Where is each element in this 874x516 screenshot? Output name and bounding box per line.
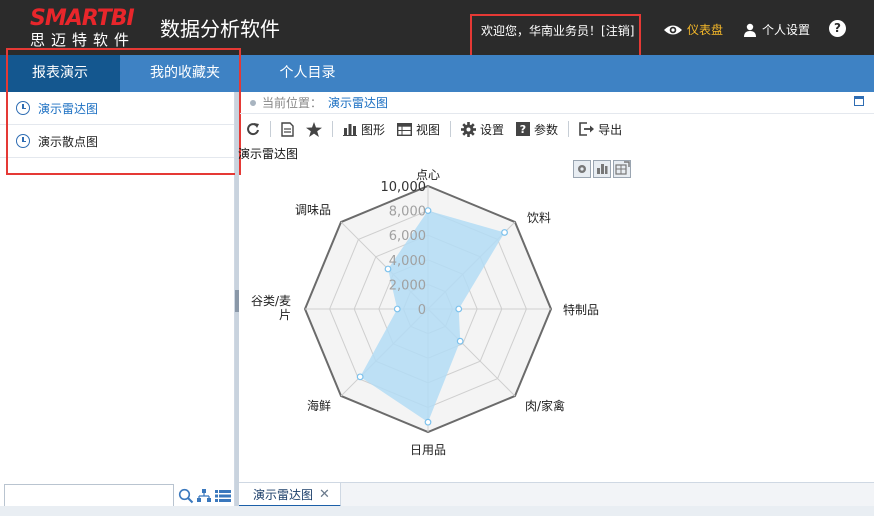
radar-chart: 0 2,000 4,000 6,000 8,000 10,000点心饮料特制品肉/家禽日用… bbox=[251, 168, 599, 457]
personal-settings-link[interactable]: 个人设置 bbox=[744, 21, 810, 38]
app-title: 数据分析软件 bbox=[160, 17, 280, 41]
star-icon bbox=[306, 121, 322, 137]
params-label: 参数 bbox=[534, 122, 559, 137]
document-tabs-bar: 演示雷达图 ✕ bbox=[239, 482, 874, 507]
question-icon: ? bbox=[516, 122, 531, 136]
radar-axis-label: 调味品 bbox=[295, 203, 331, 217]
radar-data-point bbox=[501, 229, 508, 236]
maximize-icon[interactable] bbox=[854, 96, 864, 106]
radar-tick-label: 6,000 bbox=[389, 229, 426, 244]
user-icon bbox=[744, 23, 756, 37]
refresh-icon bbox=[247, 123, 259, 136]
export-icon bbox=[579, 122, 595, 136]
tree-item-scatter-demo[interactable]: 演示散点图 bbox=[0, 125, 234, 158]
radar-axis-label: 肉/家禽 bbox=[525, 398, 565, 413]
radar-tick-label: 4,000 bbox=[389, 254, 426, 269]
logo-text: SMARTBI bbox=[30, 6, 135, 31]
radar-axis-label: 谷类/麦片 bbox=[251, 294, 291, 322]
tab-personal-directory[interactable]: 个人目录 bbox=[255, 55, 360, 92]
help-icon[interactable]: ? bbox=[829, 20, 846, 37]
toolbar-separator bbox=[270, 121, 271, 137]
status-strip bbox=[0, 506, 874, 516]
radar-tick-label: 10,000 bbox=[381, 180, 427, 195]
tree-item-label: 演示雷达图 bbox=[38, 101, 99, 116]
dashboard-label: 仪表盘 bbox=[687, 23, 724, 37]
welcome-area: 欢迎您，华南业务员！[注销] bbox=[470, 14, 641, 57]
dashboard-link[interactable]: 仪表盘 bbox=[663, 21, 723, 38]
top-header: SMARTBI 思迈特软件 数据分析软件 欢迎您，华南业务员！[注销] 仪表盘 … bbox=[0, 0, 874, 57]
settings-button[interactable]: 设置 bbox=[455, 118, 510, 140]
welcome-suffix: ] bbox=[629, 24, 635, 38]
export-label: 导出 bbox=[598, 122, 623, 137]
radar-data-point bbox=[456, 337, 464, 345]
radar-data-point bbox=[393, 305, 401, 313]
toolbar-separator bbox=[450, 121, 452, 137]
report-clock-icon bbox=[16, 134, 30, 148]
logout-link[interactable]: 注销 bbox=[606, 24, 630, 38]
smartbi-logo: SMARTBI 思迈特软件 bbox=[30, 6, 148, 50]
refresh-button[interactable] bbox=[240, 118, 266, 140]
resource-tree-panel: 演示雷达图 演示散点图 bbox=[0, 92, 235, 516]
breadcrumb-dot-icon bbox=[250, 99, 256, 106]
close-icon[interactable]: ✕ bbox=[319, 487, 330, 502]
save-button[interactable] bbox=[275, 118, 300, 140]
tree-search-input[interactable] bbox=[4, 484, 174, 508]
logo-subtitle: 思迈特软件 bbox=[30, 31, 136, 49]
gear-icon bbox=[461, 121, 477, 137]
toolbar-separator bbox=[568, 121, 570, 137]
document-tab-label: 演示雷达图 bbox=[253, 487, 314, 502]
params-button[interactable]: ? 参数 bbox=[510, 118, 564, 140]
table-view-icon bbox=[397, 122, 413, 136]
tree-item-label: 演示散点图 bbox=[38, 134, 99, 149]
radar-tick-label: 2,000 bbox=[389, 278, 426, 293]
view-label: 视图 bbox=[416, 122, 441, 137]
search-icon[interactable] bbox=[178, 488, 194, 504]
radar-tick-label: 8,000 bbox=[389, 205, 426, 220]
radar-axis-label: 日用品 bbox=[410, 443, 446, 457]
radar-tick-label: 0 bbox=[418, 303, 426, 318]
breadcrumb-prefix: 当前位置： bbox=[262, 96, 323, 110]
radar-axis-label: 特制品 bbox=[563, 302, 599, 317]
report-toolbar: 图形 视图 设置 ? 参数 导出 bbox=[240, 116, 874, 142]
tree-view-icon[interactable] bbox=[197, 489, 211, 503]
breadcrumb-current[interactable]: 演示雷达图 bbox=[328, 94, 388, 111]
eye-icon bbox=[664, 25, 682, 34]
tab-report-demo[interactable]: 报表演示 bbox=[0, 55, 120, 92]
radar-axis-label: 饮料 bbox=[527, 211, 551, 225]
view-button[interactable]: 视图 bbox=[391, 118, 446, 140]
settings-label: 个人设置 bbox=[762, 23, 811, 37]
splitter-grip[interactable] bbox=[235, 290, 239, 312]
chart-button[interactable]: 图形 bbox=[337, 118, 391, 140]
export-button[interactable]: 导出 bbox=[573, 118, 628, 140]
main-nav: 报表演示 我的收藏夹 个人目录 bbox=[0, 55, 874, 92]
chart-label: 图形 bbox=[361, 122, 386, 137]
settings-label: 设置 bbox=[480, 122, 505, 137]
radar-data-point bbox=[455, 305, 463, 313]
tab-favorites[interactable]: 我的收藏夹 bbox=[130, 55, 240, 92]
svg-text:?: ? bbox=[520, 123, 526, 136]
radar-axis-label: 海鲜 bbox=[307, 398, 331, 413]
radar-data-point bbox=[424, 207, 432, 214]
report-clock-icon bbox=[16, 101, 30, 115]
tree-item-radar-demo[interactable]: 演示雷达图 bbox=[0, 92, 234, 125]
list-view-icon[interactable] bbox=[215, 490, 231, 502]
radar-data-point bbox=[424, 418, 432, 426]
document-icon bbox=[281, 121, 294, 137]
toolbar-separator bbox=[332, 121, 333, 137]
welcome-text: 欢迎您，华南业务员！[ bbox=[481, 24, 606, 38]
bar-chart-icon bbox=[343, 123, 357, 136]
radar-axis-label: 点心 bbox=[416, 168, 440, 182]
favorite-button[interactable] bbox=[300, 118, 328, 140]
breadcrumb: 当前位置： 演示雷达图 bbox=[240, 92, 874, 114]
document-tab-radar[interactable]: 演示雷达图 ✕ bbox=[239, 483, 341, 507]
radar-data-point bbox=[356, 373, 364, 381]
